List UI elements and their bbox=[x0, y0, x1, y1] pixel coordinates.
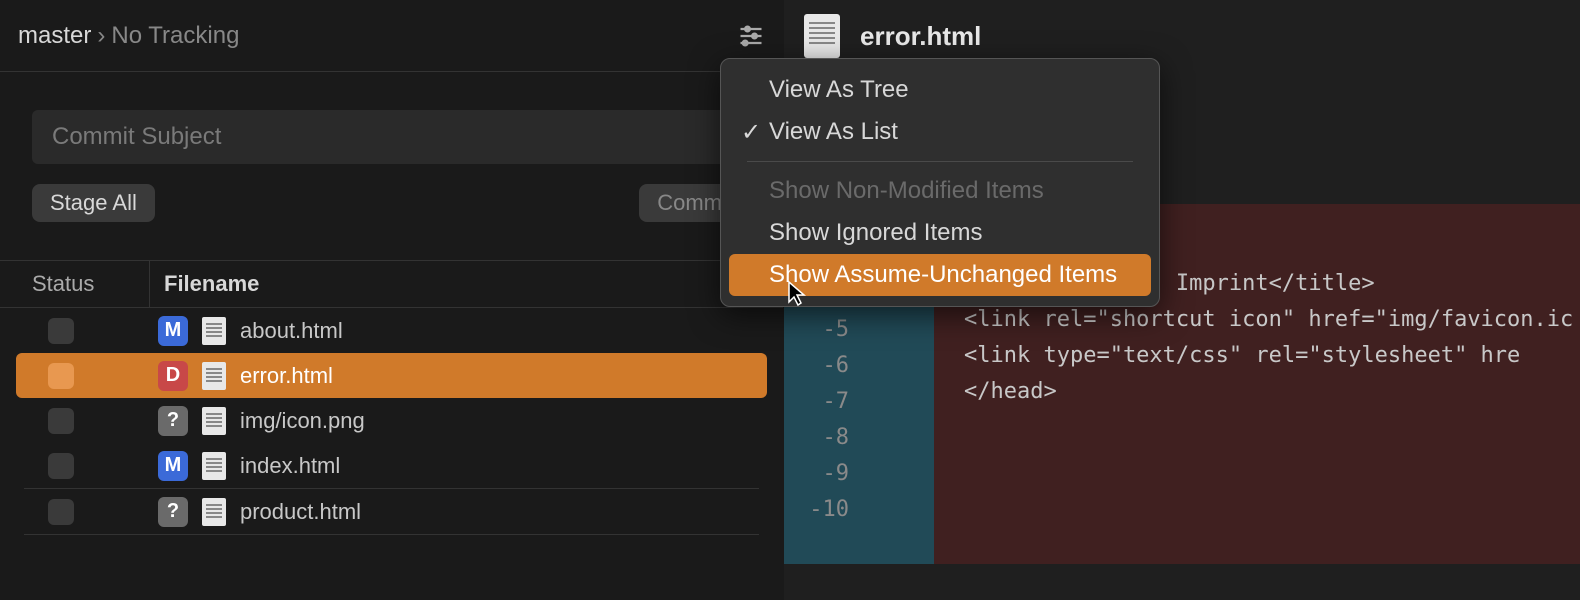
stage-checkbox[interactable] bbox=[48, 499, 74, 525]
stage-checkbox[interactable] bbox=[48, 408, 74, 434]
branch-name[interactable]: master bbox=[18, 22, 91, 50]
chevron-right-icon: › bbox=[97, 22, 105, 50]
menu-view-as-list[interactable]: View As List bbox=[729, 111, 1151, 153]
tracking-label: No Tracking bbox=[111, 22, 239, 50]
file-list: M about.html D error.html ? img/icon.png… bbox=[0, 308, 783, 535]
status-badge-modified: M bbox=[158, 316, 188, 346]
file-icon bbox=[202, 498, 226, 526]
diff-line: <link rel="shortcut icon" href="img/favi… bbox=[964, 302, 1580, 338]
diff-filename: error.html bbox=[860, 21, 981, 52]
stage-checkbox[interactable] bbox=[48, 363, 74, 389]
file-table-header: Status Filename ⌃ bbox=[0, 260, 783, 308]
stage-checkbox[interactable] bbox=[48, 318, 74, 344]
column-filename[interactable]: Filename ⌃ bbox=[150, 271, 783, 297]
filter-context-menu: View As Tree View As List Show Non-Modif… bbox=[720, 58, 1160, 307]
diff-line: </head> bbox=[964, 374, 1580, 410]
file-icon bbox=[202, 407, 226, 435]
settings-icon[interactable] bbox=[737, 22, 765, 50]
file-icon bbox=[202, 362, 226, 390]
filename-label: index.html bbox=[240, 453, 340, 479]
filename-label: about.html bbox=[240, 318, 343, 344]
filename-label: product.html bbox=[240, 499, 361, 525]
menu-show-non-modified: Show Non-Modified Items bbox=[729, 170, 1151, 212]
menu-divider bbox=[747, 161, 1133, 162]
filename-label: img/icon.png bbox=[240, 408, 365, 434]
stage-all-button[interactable]: Stage All bbox=[32, 184, 155, 222]
status-badge-untracked: ? bbox=[158, 406, 188, 436]
menu-view-as-tree[interactable]: View As Tree bbox=[729, 69, 1151, 111]
table-row[interactable]: D error.html bbox=[16, 353, 767, 398]
status-badge-untracked: ? bbox=[158, 497, 188, 527]
commit-subject-input[interactable] bbox=[32, 110, 751, 164]
filename-label: error.html bbox=[240, 363, 333, 389]
file-icon bbox=[804, 14, 840, 58]
diff-line: <link type="text/css" rel="stylesheet" h… bbox=[964, 338, 1580, 374]
table-row[interactable]: M index.html bbox=[16, 443, 767, 488]
file-icon bbox=[202, 452, 226, 480]
table-row[interactable]: ? img/icon.png bbox=[16, 398, 767, 443]
table-row[interactable]: M about.html bbox=[16, 308, 767, 353]
status-badge-modified: M bbox=[158, 451, 188, 481]
menu-show-ignored[interactable]: Show Ignored Items bbox=[729, 212, 1151, 254]
file-icon bbox=[202, 317, 226, 345]
status-badge-deleted: D bbox=[158, 361, 188, 391]
breadcrumb: master › No Tracking bbox=[0, 0, 783, 72]
table-row[interactable]: ? product.html bbox=[16, 489, 767, 534]
menu-show-assume-unchanged[interactable]: Show Assume-Unchanged Items bbox=[729, 254, 1151, 296]
stage-checkbox[interactable] bbox=[48, 453, 74, 479]
column-status[interactable]: Status bbox=[0, 261, 150, 307]
